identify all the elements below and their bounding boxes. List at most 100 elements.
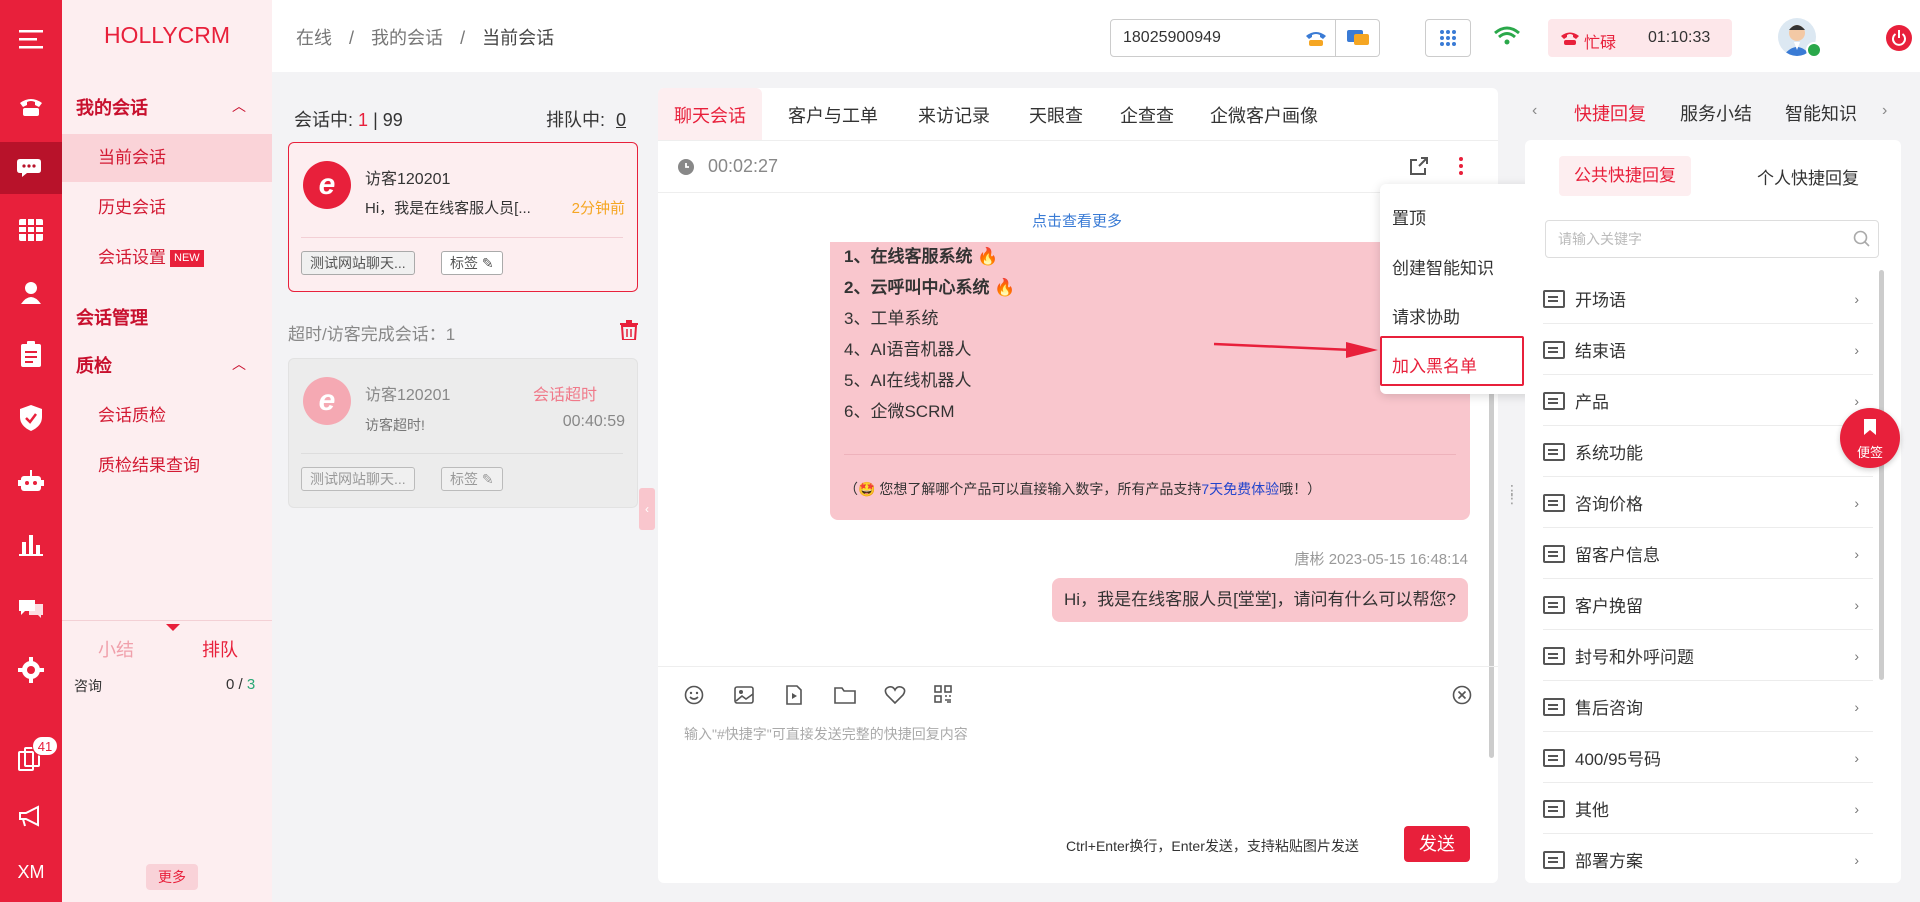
image-icon[interactable] [734,685,754,705]
clipboard-icon[interactable] [0,328,62,380]
source-tag[interactable]: 测试网站聊天... [301,251,415,275]
share-export-icon[interactable] [1409,156,1429,176]
user-icon[interactable] [0,266,62,318]
tab-public-quick-reply[interactable]: 公共快捷回复 [1559,156,1691,196]
queue-count[interactable]: 0 [616,110,626,130]
nav-item-session-settings[interactable]: 会话设置 NEW [62,234,272,282]
nav-section-quality-check[interactable]: 质检 [76,352,112,378]
tab-smart-knowledge[interactable]: 智能知识 [1785,100,1857,126]
nav-item-current-session[interactable]: 当前会话 [62,134,272,182]
folder-icon[interactable] [834,685,856,705]
label-tag-button[interactable]: 标签 ✎ [441,467,503,491]
edit-pencil-icon: ✎ [481,471,494,487]
tab-customer-ticket[interactable]: 客户与工单 [788,102,878,128]
message-square-icon [1543,340,1565,359]
bar-chart-icon[interactable] [0,518,62,570]
chevron-up-icon[interactable]: ︿ [232,96,246,116]
list-item[interactable]: 400/95号码 › [1543,733,1873,783]
nav-item-history-session[interactable]: 历史会话 [62,184,272,232]
menu-item-create-knowledge[interactable]: 创建智能知识 [1392,254,1494,279]
agent-status[interactable]: 忙碌 01:10:33 [1548,19,1732,57]
quick-reply-search-input[interactable]: 请输入关键字 [1545,220,1879,258]
message-icon[interactable] [0,582,62,634]
list-item[interactable]: 开场语 › [1543,274,1873,324]
list-item[interactable]: 封号和外呼问题 › [1543,631,1873,681]
xm-label[interactable]: XM [0,846,62,898]
shield-icon[interactable] [0,392,62,444]
grid-icon[interactable] [0,204,62,256]
power-icon[interactable] [1886,25,1912,51]
chevron-right-icon: › [1854,749,1859,766]
quick-reply-panel: 公共快捷回复 个人快捷回复 请输入关键字 开场语› 结束语› 产品› 系统功能›… [1525,140,1901,883]
tab-service-summary[interactable]: 服务小结 [1680,100,1752,126]
phone-icon[interactable] [0,80,62,132]
chat-icon[interactable] [0,142,62,194]
video-icon[interactable] [784,685,804,705]
list-item-label: 开场语 [1575,291,1626,310]
message-time: 2分钟前 [571,200,625,217]
annotation-arrow-icon [1212,336,1382,360]
queue-label: 排队中: [546,110,606,130]
robot-icon[interactable] [0,455,62,507]
settings-gear-icon[interactable] [0,644,62,696]
tab-qichacha[interactable]: 企查查 [1120,102,1174,128]
next-chevron-icon[interactable]: › [1882,102,1887,120]
dialpad-icon[interactable] [1425,19,1471,57]
sms-icon[interactable] [1336,19,1380,57]
emoji-icon[interactable] [684,685,704,705]
collapse-left-handle[interactable]: ‹ [639,488,655,530]
tab-quick-reply[interactable]: 快捷回复 [1574,100,1646,126]
tab-tianyancha[interactable]: 天眼查 [1029,102,1083,128]
trash-icon[interactable] [620,320,638,340]
tab-visit-records[interactable]: 来访记录 [918,102,990,128]
collapse-caret-icon[interactable] [166,624,180,631]
breadcrumb-online[interactable]: 在线 [296,28,332,48]
megaphone-icon[interactable] [0,790,62,842]
menu-item-pin-top[interactable]: 置顶 [1392,204,1426,229]
tab-chat[interactable]: 聊天会话 [674,102,746,128]
tab-wecom-profile[interactable]: 企微客户画像 [1210,102,1318,128]
qrcode-icon[interactable] [934,685,952,703]
resize-handle-icon[interactable]: ⋮ ⋮ [1505,483,1519,505]
chevron-up-icon[interactable]: ︿ [232,354,246,374]
list-item[interactable]: 售后咨询 › [1543,682,1873,732]
source-tag[interactable]: 测试网站聊天... [301,467,415,491]
search-icon[interactable] [1853,230,1871,248]
message-input[interactable]: 输入"#快捷字"可直接发送完整的快捷回复内容 [684,724,968,744]
nav-section-my-sessions[interactable]: 我的会话 [76,94,148,120]
list-item[interactable]: 部署方案 › [1543,835,1873,880]
nav-item-session-qc[interactable]: 会话质检 [62,392,272,440]
dial-phone-icon[interactable] [1296,19,1336,57]
free-trial-link[interactable]: 7天免费体验 [1201,481,1279,497]
session-card-timeout[interactable]: e 访客120201 会话超时 访客超时! 00:40:59 测试网站聊天...… [288,358,638,508]
session-card-active[interactable]: e 访客120201 Hi，我是在线客服人员[... 2分钟前 测试网站聊天..… [288,142,638,292]
menu-item-request-assist[interactable]: 请求协助 [1392,303,1460,328]
list-item[interactable]: 留客户信息 › [1543,529,1873,579]
tab-queue[interactable]: 排队 [202,636,238,662]
prev-chevron-icon[interactable]: ‹ [1532,102,1537,120]
breadcrumb-my-sessions[interactable]: 我的会话 [371,28,443,48]
list-item[interactable]: 结束语 › [1543,325,1873,375]
tab-summary[interactable]: 小结 [98,636,134,662]
list-item[interactable]: 客户挽留 › [1543,580,1873,630]
sticky-note-button[interactable]: 便签 [1840,408,1900,468]
list-item[interactable]: 产品 › [1543,376,1873,426]
list-item[interactable]: 咨询价格 › [1543,478,1873,528]
more-vertical-icon[interactable] [1458,156,1464,176]
label-tag-button[interactable]: 标签 ✎ [441,251,503,275]
nav-section-session-management[interactable]: 会话管理 [76,304,148,330]
view-more-link[interactable]: 点击查看更多 [1032,210,1122,231]
menu-icon[interactable] [0,13,62,65]
tab-personal-quick-reply[interactable]: 个人快捷回复 [1757,164,1859,189]
active-total: | 99 [373,110,403,130]
more-button[interactable]: 更多 [146,864,198,890]
breadcrumb: 在线 / 我的会话 / 当前会话 [296,24,554,50]
busy-phone-icon [1560,30,1580,46]
heart-icon[interactable] [884,685,906,705]
list-item[interactable]: 其他 › [1543,784,1873,834]
list-item[interactable]: 系统功能› [1543,427,1873,477]
send-button[interactable]: 发送 [1404,826,1470,862]
close-circle-icon[interactable] [1452,685,1472,705]
nav-item-qc-results[interactable]: 质检结果查询 [62,442,272,490]
menu-item-add-blacklist[interactable]: 加入黑名单 [1392,352,1477,377]
